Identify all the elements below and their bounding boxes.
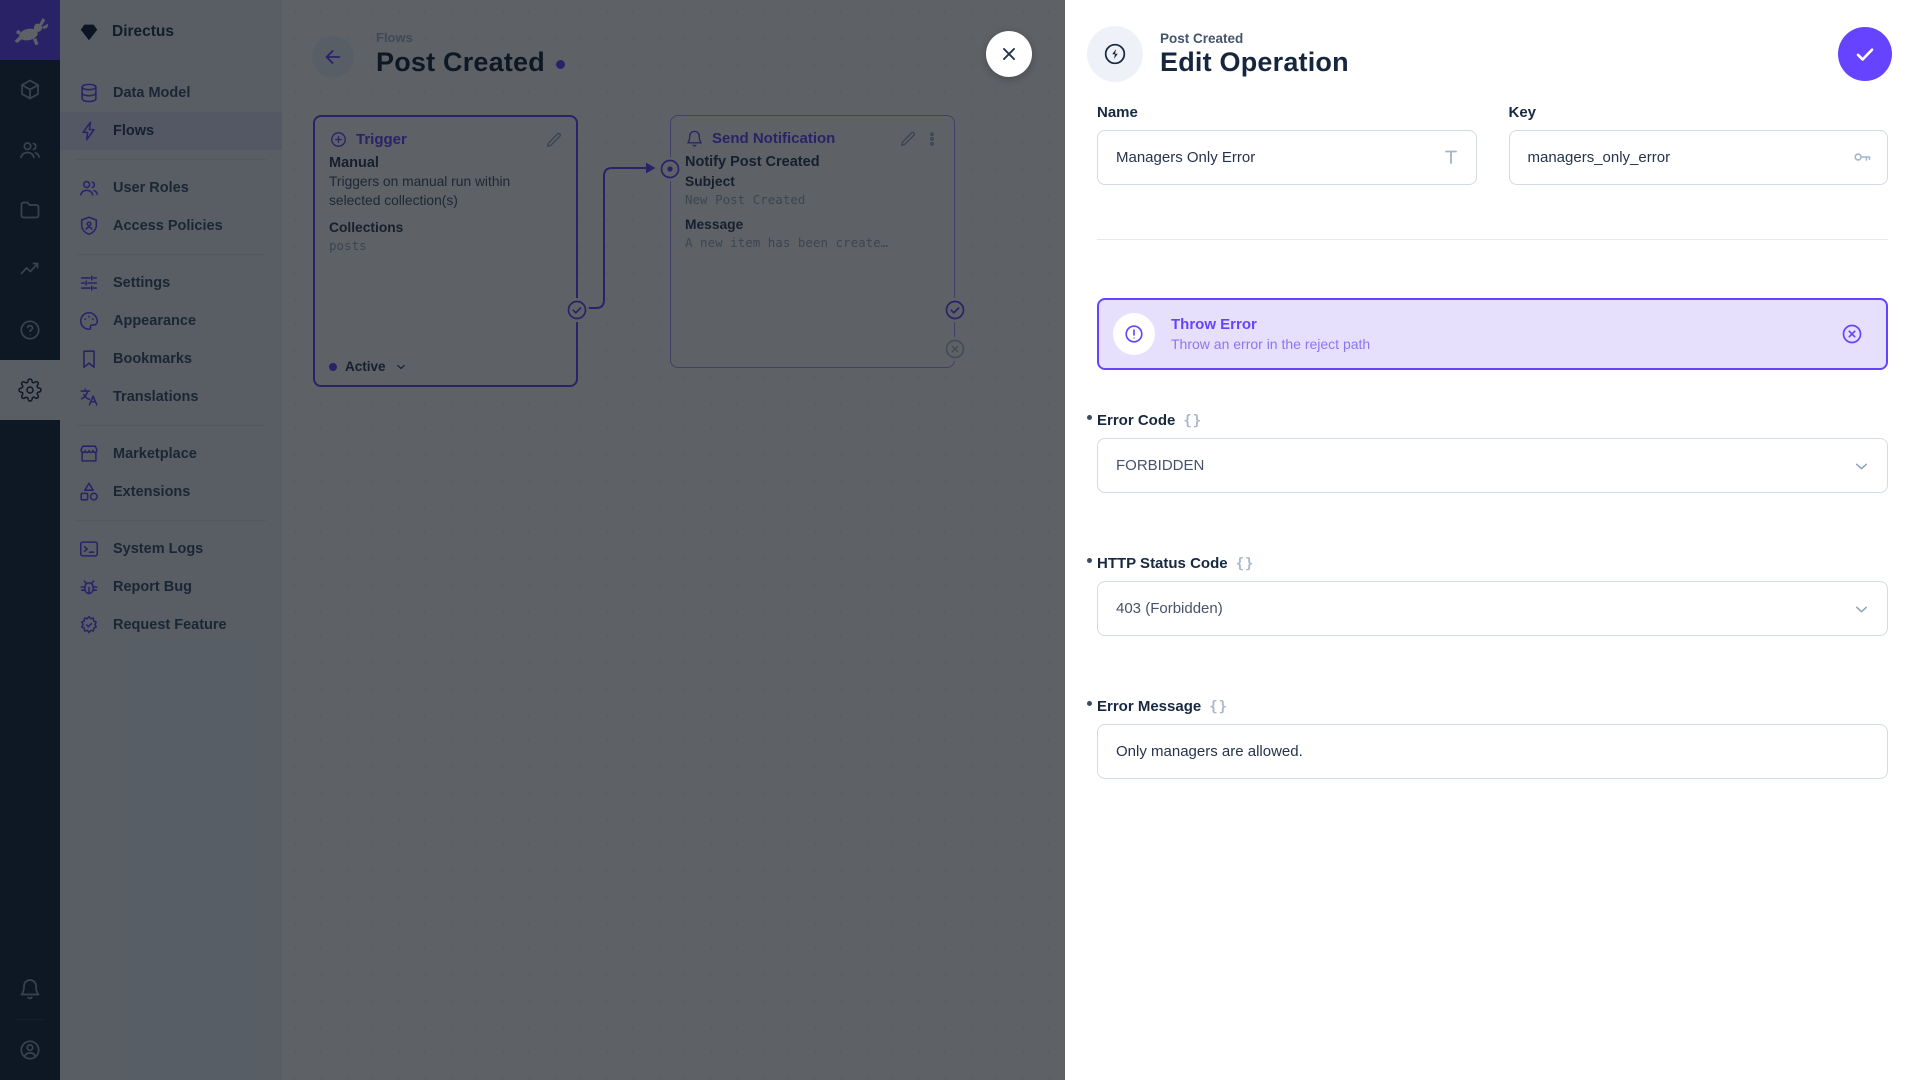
close-icon xyxy=(998,43,1020,65)
flow-bolt-icon xyxy=(1087,26,1143,82)
drawer-dim-overlay[interactable] xyxy=(0,0,1065,1080)
name-field-group: Name xyxy=(1097,104,1477,185)
operation-type-description: Throw an error in the reject path xyxy=(1171,336,1370,352)
error-message-field-group: Error Message {} xyxy=(1097,698,1888,779)
error-message-input[interactable] xyxy=(1097,724,1888,779)
check-icon xyxy=(1852,41,1878,67)
http-status-select[interactable]: 403 (Forbidden) xyxy=(1097,581,1888,636)
drawer-subtitle: Post Created xyxy=(1160,31,1349,46)
directus-app: Directus Data ModelFlowsUser RolesAccess… xyxy=(0,0,1920,1080)
required-dot xyxy=(1087,415,1092,420)
raw-value-icon[interactable]: {} xyxy=(1236,556,1255,572)
deselect-operation-button[interactable] xyxy=(1840,322,1864,346)
error-code-label: Error Code xyxy=(1097,412,1175,429)
operation-type-banner[interactable]: Throw Error Throw an error in the reject… xyxy=(1097,298,1888,370)
operation-type-title: Throw Error xyxy=(1171,316,1370,333)
alert-circle-icon xyxy=(1113,313,1155,355)
raw-value-icon[interactable]: {} xyxy=(1209,699,1228,715)
x-in-circle-icon xyxy=(1840,322,1864,346)
required-dot xyxy=(1087,701,1092,706)
key-icon xyxy=(1851,146,1873,168)
drawer-close-button[interactable] xyxy=(986,31,1032,77)
http-status-value: 403 (Forbidden) xyxy=(1116,600,1223,617)
key-label: Key xyxy=(1509,104,1537,121)
http-status-field-group: HTTP Status Code {} 403 (Forbidden) xyxy=(1097,555,1888,636)
edit-operation-drawer: Post Created Edit Operation Name xyxy=(1065,0,1920,1080)
name-input[interactable] xyxy=(1097,130,1477,185)
drawer-header: Post Created Edit Operation xyxy=(1065,0,1920,94)
http-status-label: HTTP Status Code xyxy=(1097,555,1228,572)
name-label: Name xyxy=(1097,104,1138,121)
error-message-label: Error Message xyxy=(1097,698,1201,715)
key-field-group: Key xyxy=(1509,104,1889,185)
raw-value-icon[interactable]: {} xyxy=(1183,413,1202,429)
required-dot xyxy=(1087,558,1092,563)
save-button[interactable] xyxy=(1838,27,1892,81)
error-code-value: FORBIDDEN xyxy=(1116,457,1204,474)
key-input[interactable] xyxy=(1509,130,1889,185)
drawer-title: Edit Operation xyxy=(1160,47,1349,78)
chevron-down-icon xyxy=(1851,599,1872,620)
error-code-field-group: Error Code {} FORBIDDEN xyxy=(1097,412,1888,493)
chevron-down-icon xyxy=(1851,456,1872,477)
drawer-divider xyxy=(1097,239,1888,240)
title-T-icon xyxy=(1440,146,1462,168)
error-code-select[interactable]: FORBIDDEN xyxy=(1097,438,1888,493)
